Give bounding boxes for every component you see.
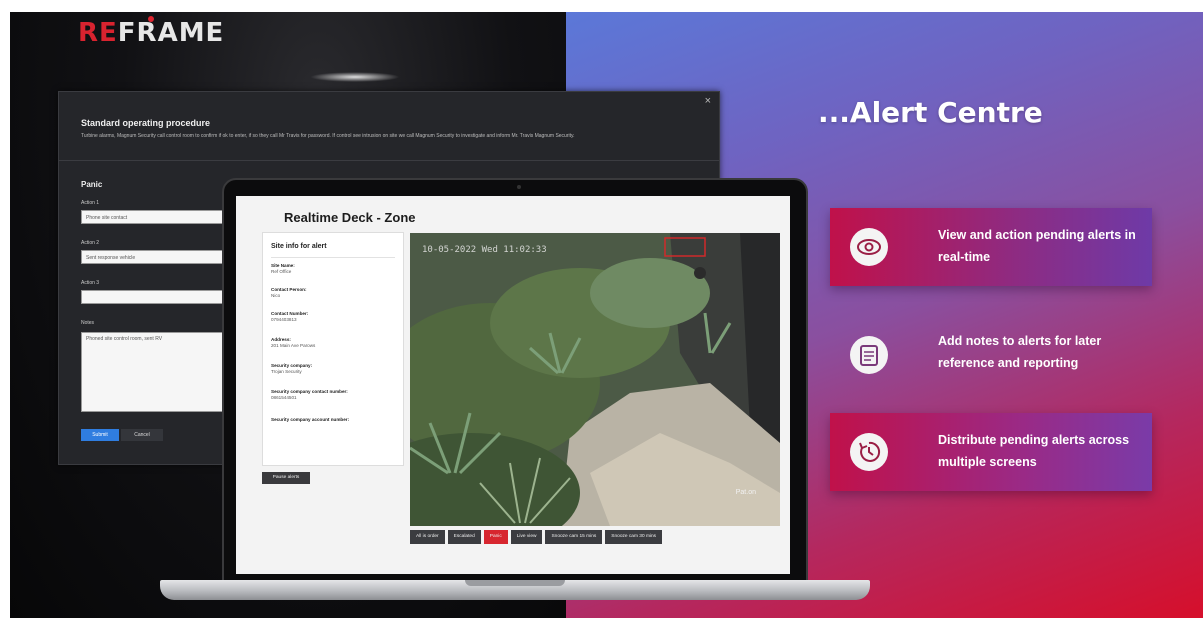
- live-view-button[interactable]: Live view: [510, 530, 543, 544]
- submit-button[interactable]: Submit: [81, 429, 119, 441]
- headline: ...Alert Centre: [818, 96, 1043, 129]
- security-contact-field: Security company contact number: 08615445…: [271, 389, 348, 400]
- feature-card: Distribute pending alerts across multipl…: [830, 413, 1152, 491]
- alert-controls: All is order Escalated Panic Live view S…: [410, 530, 663, 544]
- feature-text: View and action pending alerts in real-t…: [938, 228, 1136, 264]
- divider: [59, 160, 719, 161]
- notes-textarea[interactable]: Phoned site control room, sent RV: [81, 332, 241, 412]
- eye-icon: [850, 228, 888, 266]
- action3-label: Action 3: [81, 280, 100, 286]
- snooze-30-button[interactable]: Snooze cam 30 mins: [605, 530, 663, 544]
- feature-text: Distribute pending alerts across multipl…: [938, 433, 1130, 469]
- reframe-logo: REFRAME: [78, 18, 225, 48]
- laptop-notch: [465, 580, 565, 586]
- feature-text: Add notes to alerts for later reference …: [938, 334, 1102, 370]
- sop-title: Standard operating procedure: [81, 118, 211, 128]
- divider: [271, 257, 395, 258]
- camera-feed-image: [410, 233, 780, 526]
- feature-card: Add notes to alerts for later reference …: [830, 316, 1152, 394]
- camera-name: Pat.on: [735, 489, 756, 496]
- panic-section-title: Panic: [81, 180, 103, 189]
- clock-history-icon: [850, 433, 888, 471]
- escalated-button[interactable]: Escalated: [447, 530, 481, 544]
- close-icon[interactable]: ×: [705, 95, 711, 107]
- security-account-field: Security company account number:: [271, 417, 350, 422]
- snooze-15-button[interactable]: Snooze cam 15 mins: [545, 530, 603, 544]
- promo-slide: { "brand": { "logo_part1": "RE", "logo_p…: [0, 0, 1203, 627]
- laptop-screen: Realtime Deck - Zone Site info for alert…: [236, 196, 790, 574]
- security-company-field: Security company: Trojan Security: [271, 363, 313, 374]
- contact-person-field: Contact Person: Nico: [271, 287, 307, 298]
- camera-timestamp: 10-05-2022 Wed 11:02:33: [422, 245, 547, 255]
- site-info-card: Site info for alert Site Name: Ref Office…: [262, 232, 404, 466]
- realtime-title: Realtime Deck - Zone: [284, 210, 416, 225]
- pause-alerts-button[interactable]: Pause alerts: [262, 472, 310, 484]
- webcam: [517, 185, 521, 189]
- logo-accent-dot: [148, 16, 154, 22]
- camera-feed: 10-05-2022 Wed 11:02:33 Pat.on: [410, 233, 780, 526]
- site-name-field: Site Name: Ref Office: [271, 263, 295, 274]
- feature-card: View and action pending alerts in real-t…: [830, 208, 1152, 286]
- notes-label: Notes: [81, 320, 95, 326]
- notes-icon: [850, 336, 888, 374]
- action2-field[interactable]: Sent response vehicle: [81, 250, 241, 264]
- panic-button[interactable]: Panic: [483, 530, 508, 544]
- action1-field[interactable]: Phone site contact: [81, 210, 241, 224]
- cancel-button[interactable]: Cancel: [121, 429, 163, 441]
- site-card-title: Site info for alert: [271, 243, 327, 250]
- light-glow: [310, 72, 400, 82]
- all-in-order-button[interactable]: All is order: [410, 530, 445, 544]
- action2-label: Action 2: [81, 240, 100, 246]
- sop-description: Turbine alarms, Magnum Security call con…: [81, 133, 575, 139]
- action3-field[interactable]: [81, 290, 241, 304]
- action1-label: Action 1: [81, 200, 100, 206]
- address-field: Address: 201 Main Ave Parows: [271, 337, 316, 348]
- contact-number-field: Contact Number: 0794403813: [271, 311, 309, 322]
